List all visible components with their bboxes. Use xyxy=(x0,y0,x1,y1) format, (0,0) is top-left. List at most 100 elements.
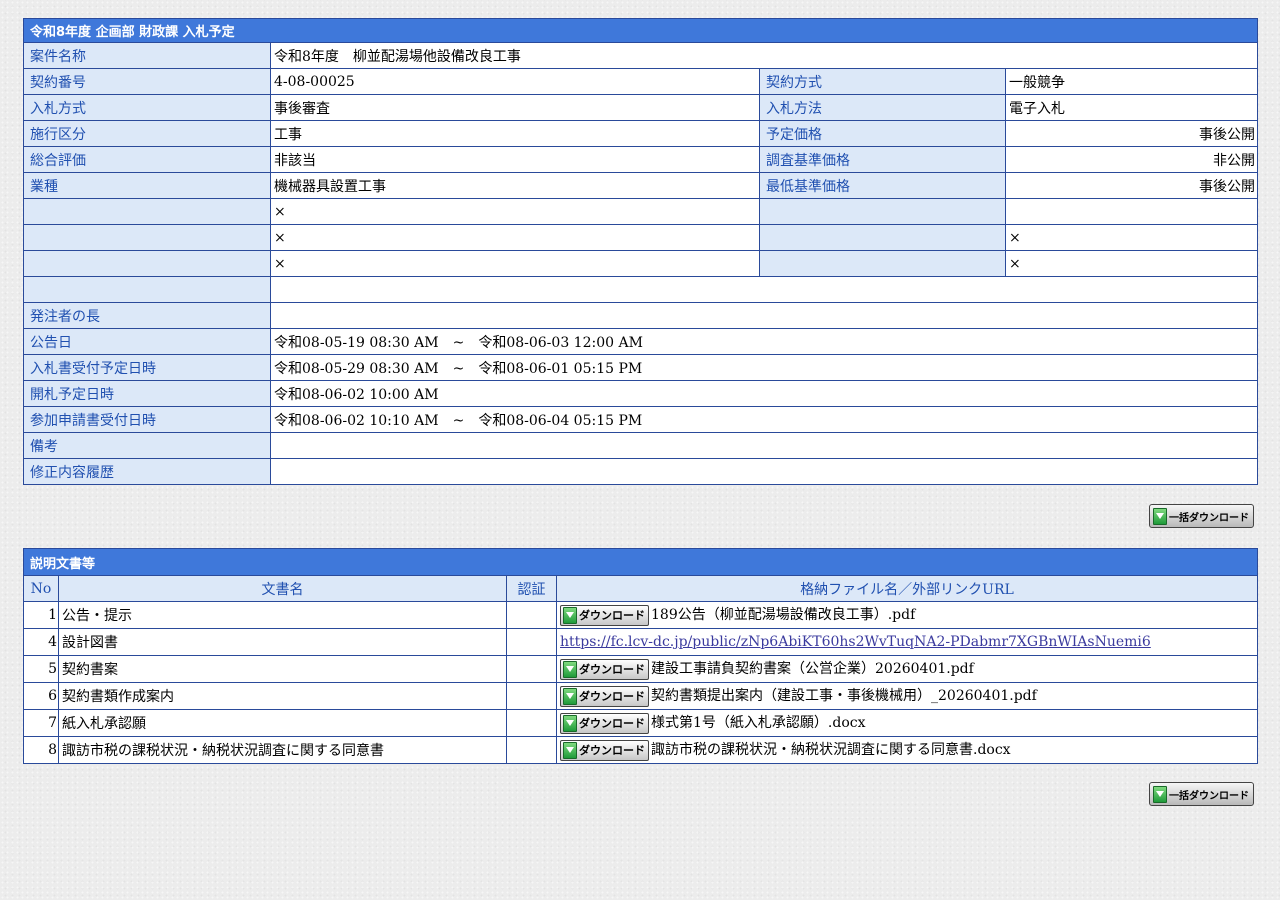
info-row: 契約番号 4-08-00025 契約方式 一般競争 xyxy=(23,68,1258,95)
external-link[interactable]: https://fc.lcv-dc.jp/public/zNp6AbiKT60h… xyxy=(560,634,1151,650)
info-row-wide: 公告日 令和08-05-19 08:30 AM ~ 令和08-06-03 12:0… xyxy=(23,328,1258,355)
download-button-label: ダウンロード xyxy=(579,690,645,704)
field-label: 修正内容履歴 xyxy=(23,458,271,485)
field-label: 開札予定日時 xyxy=(23,380,271,407)
field-label xyxy=(23,198,271,225)
document-name: 紙入札承認願 xyxy=(58,709,507,737)
field-label: 公告日 xyxy=(23,328,271,355)
document-auth xyxy=(506,736,557,764)
field-value: 令和08-06-02 10:00 AM xyxy=(270,380,1258,407)
col-header-name: 文書名 xyxy=(58,575,507,602)
field-value: × xyxy=(270,198,760,225)
field-value xyxy=(270,302,1258,329)
bid-info-table: 令和8年度 企画部 財政課 入札予定 案件名称 令和8年度 柳並配湯場他設備改良… xyxy=(23,18,1258,485)
bulk-download-button-bottom[interactable]: 一括ダウンロード xyxy=(1149,782,1254,806)
document-name: 契約書案 xyxy=(58,655,507,683)
download-icon xyxy=(563,687,577,705)
info-row: 業種 機械器具設置工事 最低基準価格 事後公開 xyxy=(23,172,1258,199)
field-value: × xyxy=(270,250,760,277)
document-no: 6 xyxy=(23,682,59,710)
info-row-wide xyxy=(23,276,1258,303)
field-value: 令和08-06-02 10:10 AM ~ 令和08-06-04 05:15 P… xyxy=(270,406,1258,433)
field-label: 備考 xyxy=(23,432,271,459)
download-button[interactable]: ダウンロード xyxy=(560,604,649,626)
field-value: 令和08-05-29 08:30 AM ~ 令和08-06-01 05:15 P… xyxy=(270,354,1258,381)
field-value: 非公開 xyxy=(1005,146,1258,173)
document-no: 1 xyxy=(23,601,59,629)
document-auth xyxy=(506,709,557,737)
info-row-wide: 備考 xyxy=(23,432,1258,459)
col-header-auth: 認証 xyxy=(506,575,557,602)
field-value: × xyxy=(270,224,760,251)
document-file-cell: ダウンロード 様式第1号（紙入札承認願）.docx xyxy=(555,709,1259,737)
file-name: 189公告（柳並配湯場設備改良工事）.pdf xyxy=(651,607,916,624)
document-no: 4 xyxy=(23,628,59,656)
field-label: 最低基準価格 xyxy=(759,172,1006,199)
document-name: 設計図書 xyxy=(58,628,507,656)
field-value xyxy=(270,458,1258,485)
field-label: 調査基準価格 xyxy=(759,146,1006,173)
bulk-download-label: 一括ダウンロード xyxy=(1169,790,1249,802)
download-button-label: ダウンロード xyxy=(579,717,645,731)
file-name: 様式第1号（紙入札承認願）.docx xyxy=(651,715,866,732)
document-auth xyxy=(506,682,557,710)
field-value: × xyxy=(1005,250,1258,277)
bulk-download-button-top[interactable]: 一括ダウンロード xyxy=(1149,504,1254,528)
field-label: 入札書受付予定日時 xyxy=(23,354,271,381)
field-value xyxy=(270,276,1258,303)
document-row: 7 紙入札承認願 ダウンロード 様式第1号（紙入札承認願）.docx xyxy=(23,709,1259,737)
download-icon xyxy=(563,606,577,624)
info-row-wide: 発注者の長 xyxy=(23,302,1258,329)
field-label xyxy=(759,224,1006,251)
field-label: 施行区分 xyxy=(23,120,271,147)
document-auth xyxy=(506,628,557,656)
field-label xyxy=(23,250,271,277)
field-label xyxy=(759,198,1006,225)
bid-info-section: 令和8年度 企画部 財政課 入札予定 案件名称 令和8年度 柳並配湯場他設備改良… xyxy=(23,18,1258,485)
field-value: 事後公開 xyxy=(1005,172,1258,199)
info-row-wide: 参加申請書受付日時 令和08-06-02 10:10 AM ~ 令和08-06-0… xyxy=(23,406,1258,433)
info-row: 入札方式 事後審査 入札方法 電子入札 xyxy=(23,94,1258,121)
file-name: 建設工事請負契約書案（公営企業）20260401.pdf xyxy=(651,661,974,678)
bid-info-caption: 令和8年度 企画部 財政課 入札予定 xyxy=(23,18,1258,43)
download-button[interactable]: ダウンロード xyxy=(560,739,649,761)
document-name: 契約書類作成案内 xyxy=(58,682,507,710)
documents-section: 説明文書等 No 文書名 認証 格納ファイル名／外部リンクURL 1 公告・提示ダ… xyxy=(22,548,1259,764)
field-label: 総合評価 xyxy=(23,146,271,173)
field-label xyxy=(759,250,1006,277)
field-label xyxy=(23,224,271,251)
field-value xyxy=(270,432,1258,459)
document-name: 公告・提示 xyxy=(58,601,507,629)
field-label: 参加申請書受付日時 xyxy=(23,406,271,433)
field-value: × xyxy=(1005,224,1258,251)
field-label: 発注者の長 xyxy=(23,302,271,329)
col-header-file: 格納ファイル名／外部リンクURL xyxy=(555,575,1259,602)
field-label: 契約番号 xyxy=(23,68,271,95)
info-row-wide: 修正内容履歴 xyxy=(23,458,1258,485)
document-row: 4 設計図書 https://fc.lcv-dc.jp/public/zNp6Abi… xyxy=(23,628,1259,656)
field-value: 事後審査 xyxy=(270,94,760,121)
document-auth xyxy=(506,655,557,683)
download-button[interactable]: ダウンロード xyxy=(560,712,649,734)
file-name: 諏訪市税の課税状況・納税状況調査に関する同意書.docx xyxy=(651,742,1011,759)
download-button[interactable]: ダウンロード xyxy=(560,658,649,680)
download-button[interactable]: ダウンロード xyxy=(560,685,649,707)
field-value: 令和08-05-19 08:30 AM ~ 令和08-06-03 12:00 A… xyxy=(270,328,1258,355)
document-no: 7 xyxy=(23,709,59,737)
info-row: 総合評価 非該当 調査基準価格 非公開 xyxy=(23,146,1258,173)
info-row: × × xyxy=(23,224,1258,251)
document-file-cell: ダウンロード 建設工事請負契約書案（公営企業）20260401.pdf xyxy=(555,655,1259,683)
bulk-download-label: 一括ダウンロード xyxy=(1169,512,1249,524)
field-value: 非該当 xyxy=(270,146,760,173)
download-icon xyxy=(1153,507,1167,525)
field-value: 電子入札 xyxy=(1005,94,1258,121)
field-value: 機械器具設置工事 xyxy=(270,172,760,199)
download-icon xyxy=(1153,785,1167,803)
document-row: 6 契約書類作成案内 ダウンロード 契約書類提出案内（建設工事・事後機械用）_2026… xyxy=(23,682,1259,710)
documents-table: 説明文書等 No 文書名 認証 格納ファイル名／外部リンクURL 1 公告・提示ダ… xyxy=(22,548,1259,764)
field-value: 事後公開 xyxy=(1005,120,1258,147)
field-value: 一般競争 xyxy=(1005,68,1258,95)
file-name: 契約書類提出案内（建設工事・事後機械用）_20260401.pdf xyxy=(651,688,1037,705)
document-auth xyxy=(506,601,557,629)
document-no: 5 xyxy=(23,655,59,683)
